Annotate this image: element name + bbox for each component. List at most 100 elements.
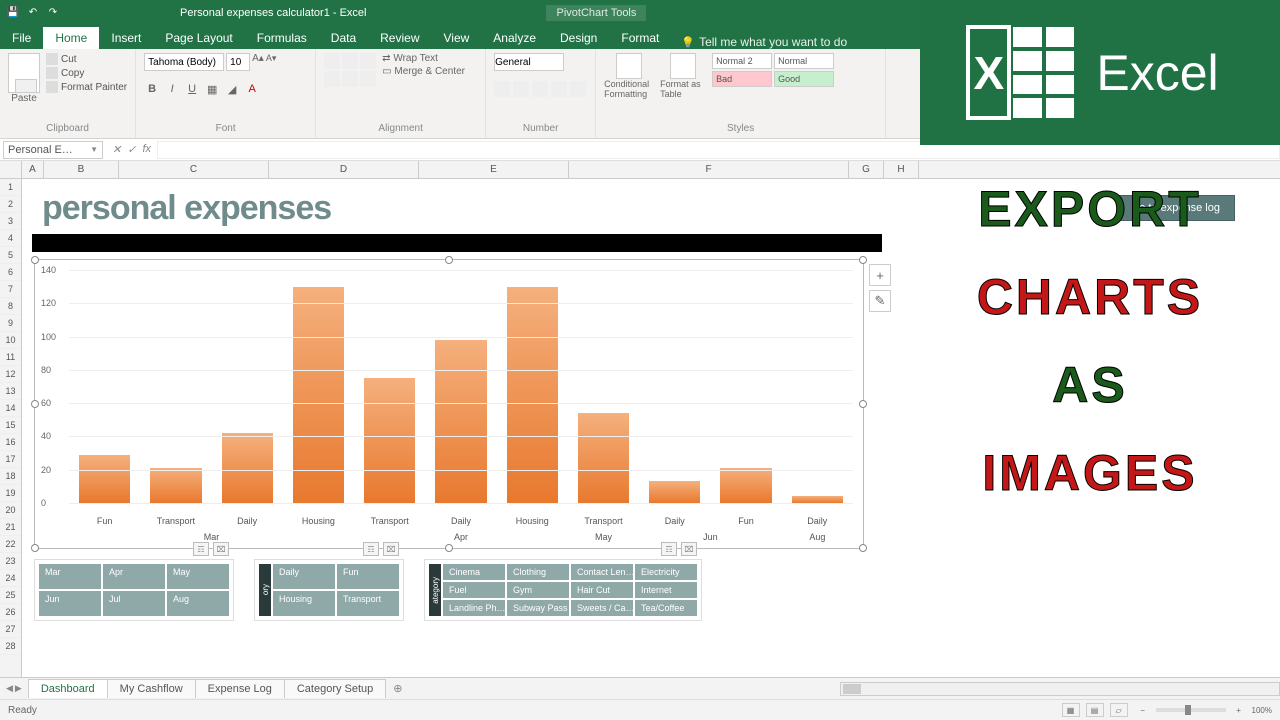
row-header[interactable]: 10	[0, 332, 21, 349]
sheet-tab[interactable]: Expense Log	[195, 679, 285, 698]
row-header[interactable]: 26	[0, 604, 21, 621]
row-header[interactable]: 14	[0, 400, 21, 417]
chart-elements-button[interactable]: +	[869, 264, 891, 286]
slicer-item[interactable]: Aug	[167, 591, 229, 616]
resize-handle[interactable]	[31, 544, 39, 552]
chart-bar[interactable]	[649, 481, 700, 503]
fill-color-button[interactable]: ◢	[224, 81, 240, 97]
row-header[interactable]: 1	[0, 179, 21, 196]
chart-bar[interactable]	[222, 433, 273, 503]
row-header[interactable]: 16	[0, 434, 21, 451]
row-header[interactable]: 28	[0, 638, 21, 655]
resize-handle[interactable]	[31, 400, 39, 408]
format-painter-button[interactable]: Format Painter	[46, 81, 127, 93]
page-break-icon[interactable]: ▱	[1110, 703, 1128, 717]
row-header[interactable]: 7	[0, 281, 21, 298]
slicer-item[interactable]: Electricity	[635, 564, 697, 580]
row-header[interactable]: 19	[0, 485, 21, 502]
cell-style[interactable]: Normal	[774, 53, 834, 69]
increase-font-icon[interactable]: A▴	[252, 53, 264, 71]
clear-filter-icon[interactable]: ⌧	[681, 542, 697, 556]
cell-style[interactable]: Normal 2	[712, 53, 772, 69]
slicer-item[interactable]: Subway Pass	[507, 600, 569, 616]
chart-bar[interactable]	[150, 468, 201, 503]
row-header[interactable]: 20	[0, 502, 21, 519]
tab-format[interactable]: Format	[609, 27, 671, 49]
column-header[interactable]: C	[119, 161, 269, 178]
tab-nav-prev-icon[interactable]: ◀	[6, 683, 13, 694]
select-all-corner[interactable]	[0, 161, 22, 178]
slicer-item[interactable]: Clothing	[507, 564, 569, 580]
alignment-buttons[interactable]	[324, 53, 376, 87]
cell-style[interactable]: Bad	[712, 71, 772, 87]
wrap-text-button[interactable]: ⇄ Wrap Text	[382, 53, 465, 64]
slicer-item[interactable]: Gym	[507, 582, 569, 598]
font-size-input[interactable]	[226, 53, 250, 71]
chart-bar[interactable]	[792, 496, 843, 503]
tab-design[interactable]: Design	[548, 27, 609, 49]
cell-style[interactable]: Good	[774, 71, 834, 87]
slicer-item[interactable]: Hair Cut	[571, 582, 633, 598]
slicer-item[interactable]: Mar	[39, 564, 101, 589]
row-header[interactable]: 5	[0, 247, 21, 264]
multi-select-icon[interactable]: ☶	[193, 542, 209, 556]
row-header[interactable]: 12	[0, 366, 21, 383]
slicer-item[interactable]: Internet	[635, 582, 697, 598]
slicer-item[interactable]: Sweets / Ca…	[571, 600, 633, 616]
resize-handle[interactable]	[445, 256, 453, 264]
slicer-item[interactable]: Landline Ph…	[443, 600, 505, 616]
tab-view[interactable]: View	[432, 27, 482, 49]
tab-nav-next-icon[interactable]: ▶	[15, 683, 22, 694]
increase-decimal-icon[interactable]	[551, 81, 567, 97]
resize-handle[interactable]	[445, 544, 453, 552]
paste-button[interactable]	[8, 53, 40, 93]
border-button[interactable]: ▦	[204, 81, 220, 97]
number-format-select[interactable]	[494, 53, 564, 71]
slicer-item[interactable]: Jul	[103, 591, 165, 616]
resize-handle[interactable]	[31, 256, 39, 264]
redo-icon[interactable]: ↷	[46, 6, 60, 20]
column-header[interactable]: E	[419, 161, 569, 178]
column-header[interactable]: B	[44, 161, 119, 178]
slicer-item[interactable]: Jun	[39, 591, 101, 616]
row-header[interactable]: 25	[0, 587, 21, 604]
chart-bar[interactable]	[79, 455, 130, 503]
row-header[interactable]: 3	[0, 213, 21, 230]
sheet-tab[interactable]: Category Setup	[284, 679, 386, 698]
chart-bar[interactable]	[720, 468, 771, 503]
row-header[interactable]: 8	[0, 298, 21, 315]
italic-button[interactable]: I	[164, 81, 180, 97]
row-header[interactable]: 4	[0, 230, 21, 247]
sheet-tab[interactable]: Dashboard	[28, 679, 108, 698]
tab-home[interactable]: Home	[43, 27, 99, 49]
decrease-decimal-icon[interactable]	[570, 81, 586, 97]
fx-icon[interactable]: fx	[142, 143, 151, 156]
chart-bar[interactable]	[364, 378, 415, 503]
undo-icon[interactable]: ↶	[26, 6, 40, 20]
tab-page-layout[interactable]: Page Layout	[153, 27, 244, 49]
tell-me-input[interactable]: 💡Tell me what you want to do	[681, 35, 847, 49]
page-layout-icon[interactable]: ▤	[1086, 703, 1104, 717]
row-header[interactable]: 13	[0, 383, 21, 400]
tab-insert[interactable]: Insert	[99, 27, 153, 49]
clear-filter-icon[interactable]: ⌧	[383, 542, 399, 556]
column-header[interactable]: A	[22, 161, 44, 178]
slicer-item[interactable]: Housing	[273, 591, 335, 616]
slicer-item[interactable]: Cinema	[443, 564, 505, 580]
tab-review[interactable]: Review	[368, 27, 431, 49]
resize-handle[interactable]	[859, 544, 867, 552]
column-header[interactable]: F	[569, 161, 849, 178]
chart-styles-button[interactable]: ✎	[869, 290, 891, 312]
slicer-item[interactable]: Apr	[103, 564, 165, 589]
cell-styles[interactable]: Normal 2NormalBadGood	[712, 53, 834, 87]
slicer-item[interactable]: Fun	[337, 564, 399, 589]
pivot-chart[interactable]: + ✎ 020406080100120140 FunTransportDaily…	[34, 259, 864, 549]
bold-button[interactable]: B	[144, 81, 160, 97]
slicer-item[interactable]: Contact Len…	[571, 564, 633, 580]
column-header[interactable]: G	[849, 161, 884, 178]
format-as-table-button[interactable]: Format as Table	[660, 53, 706, 99]
row-header[interactable]: 11	[0, 349, 21, 366]
chart-bar[interactable]	[435, 340, 486, 503]
copy-button[interactable]: Copy	[46, 67, 127, 79]
slicer-item[interactable]: May	[167, 564, 229, 589]
